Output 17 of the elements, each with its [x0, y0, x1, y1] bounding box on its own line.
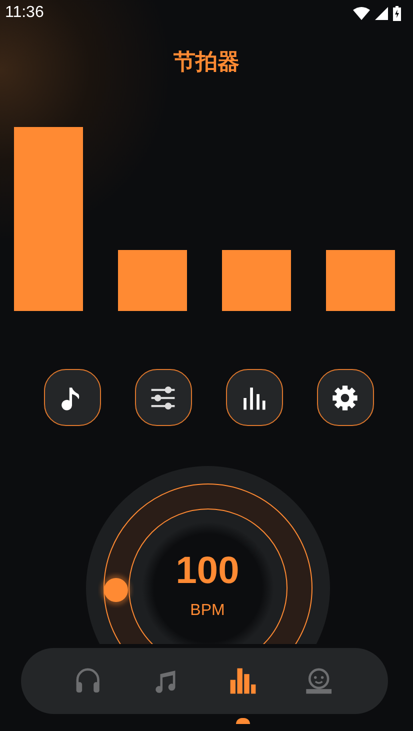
signal-icon — [375, 6, 388, 20]
sliders-icon — [150, 384, 176, 410]
status-time: 11:36 — [5, 4, 44, 22]
bpm-value: 100 — [174, 549, 240, 593]
selected-indicator — [236, 718, 250, 724]
dial-knob[interactable] — [100, 575, 130, 605]
bpm-unit: BPM — [189, 601, 226, 621]
battery-icon — [393, 6, 401, 20]
tool-button[interactable] — [226, 369, 282, 426]
app-title: 节拍器 — [172, 49, 240, 77]
wifi-icon — [353, 6, 370, 20]
tool-button[interactable] — [316, 369, 374, 426]
bar-chart-icon — [228, 667, 258, 695]
tool-button[interactable] — [44, 369, 100, 426]
bar-chart-icon — [241, 384, 267, 410]
tool-button[interactable] — [134, 369, 192, 426]
settings-icon — [332, 384, 358, 410]
